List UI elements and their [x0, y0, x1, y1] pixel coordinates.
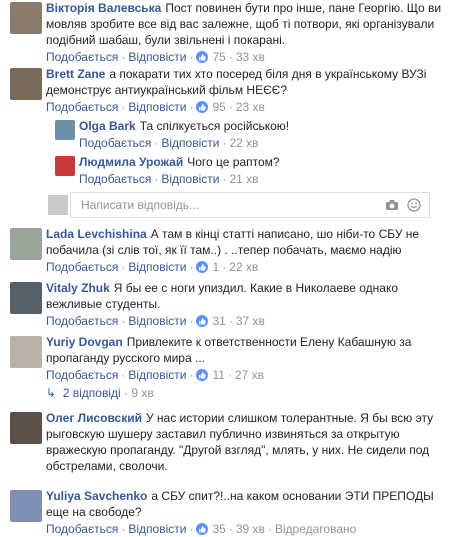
like-icon [196, 261, 209, 273]
like-count[interactable]: 11 [212, 368, 224, 382]
reply-item: Olga Bark Та спілкується російською! Подо… [55, 118, 449, 152]
comment-item: Yuliya Savchenko а СБУ спит?!..на каком о… [10, 488, 449, 536]
like-button[interactable]: Подобається [46, 314, 118, 328]
like-button[interactable]: Подобається [46, 50, 118, 64]
avatar[interactable] [10, 412, 42, 444]
view-replies-link[interactable]: ↳ 2 відповіді · 9 хв [46, 386, 154, 400]
avatar[interactable] [10, 336, 42, 368]
avatar[interactable] [10, 490, 42, 522]
comment-author[interactable]: Вікторія Валевська [46, 1, 161, 15]
like-button[interactable]: Подобається [79, 172, 151, 186]
comment-item: Lada Levchishina А там в кінці статті нап… [10, 226, 449, 276]
reply-actions: Подобається · Відповісти · 21 хв [79, 172, 259, 186]
like-button[interactable]: Подобається [79, 136, 151, 150]
like-icon [196, 369, 209, 381]
timestamp[interactable]: 21 хв [229, 172, 258, 186]
comment-item: Brett Zane а покарати тих хто посеред біл… [10, 66, 449, 116]
like-button[interactable]: Подобається [46, 260, 118, 274]
reply-button[interactable]: Відповісти [128, 260, 186, 274]
comment-author[interactable]: Lada Levchishina [46, 227, 147, 241]
comment-author[interactable]: Yuriy Dovgan [46, 335, 123, 349]
timestamp[interactable]: 22 хв [229, 260, 258, 274]
comment-author[interactable]: Yuliya Savchenko [46, 489, 147, 503]
comment-author[interactable]: Brett Zane [46, 67, 105, 81]
comment-item: Vitaly Zhuk Я бы ее с ноги упиздил. Какие… [10, 280, 449, 330]
comment-item: Вікторія Валевська Пост повинен бути про … [10, 0, 449, 64]
reply-button[interactable]: Відповісти [128, 100, 186, 114]
like-button[interactable]: Подобається [46, 100, 118, 114]
timestamp[interactable]: 37 хв [236, 314, 265, 328]
like-count[interactable]: 75 [212, 50, 225, 64]
avatar [48, 195, 68, 215]
avatar[interactable] [10, 228, 42, 260]
avatar[interactable] [10, 68, 42, 100]
reply-author[interactable]: Людмила Урожай [79, 155, 183, 169]
reply-button[interactable]: Відповісти [128, 50, 186, 64]
comments-section: Вікторія Валевська Пост повинен бути про … [0, 0, 455, 536]
timestamp[interactable]: 22 хв [229, 136, 258, 150]
replies-count[interactable]: 2 відповіді [63, 386, 121, 400]
reply-text: Та спілкується російською! [139, 119, 290, 133]
timestamp[interactable]: 27 хв [235, 368, 264, 382]
reply-arrow-icon: ↳ [46, 386, 57, 400]
reply-author[interactable]: Olga Bark [79, 119, 136, 133]
reply-button[interactable]: Відповісти [161, 172, 219, 186]
comment-actions: Подобається · Відповісти · 11 · 27 хв [46, 368, 264, 382]
camera-icon[interactable] [385, 199, 399, 211]
comment-actions: Подобається · Відповісти · 31 · 37 хв [46, 314, 265, 328]
comment-author[interactable]: Vitaly Zhuk [46, 281, 110, 295]
timestamp[interactable]: 33 хв [236, 50, 265, 64]
like-count[interactable]: 95 [212, 100, 225, 114]
avatar[interactable] [55, 156, 75, 176]
comment-actions: Подобається · Відповісти · 75 · 33 хв [46, 50, 265, 64]
like-button[interactable]: Подобається [46, 368, 118, 382]
timestamp[interactable]: 23 хв [236, 100, 265, 114]
reply-input[interactable]: Написати відповідь... [81, 198, 199, 212]
reply-button[interactable]: Відповісти [161, 136, 219, 150]
reply-actions: Подобається · Відповісти · 22 хв [79, 136, 259, 150]
comment-actions: Подобається · Відповісти · 35 · 39 хв · Відредаг… [46, 522, 357, 536]
like-icon [196, 315, 209, 327]
avatar[interactable] [55, 120, 75, 140]
comment-actions: Подобається · Відповісти · 1 · 22 хв [46, 260, 259, 274]
comment-item: Олег Лисовский У нас истории слишком толе… [10, 410, 449, 482]
reply-text: Чого це раптом? [187, 155, 280, 169]
timestamp: 9 хв [131, 386, 154, 400]
reply-button[interactable]: Відповісти [128, 314, 186, 328]
like-icon [196, 523, 209, 535]
comment-author[interactable]: Олег Лисовский [46, 411, 142, 425]
emoji-icon[interactable] [407, 198, 421, 212]
comment-actions: Подобається · Відповісти · 95 · 23 хв [46, 100, 265, 114]
like-count[interactable]: 31 [212, 314, 225, 328]
reply-input-box[interactable]: Написати відповідь... [48, 192, 430, 218]
avatar[interactable] [10, 2, 42, 34]
like-count[interactable]: 1 [212, 260, 219, 274]
reply-button[interactable]: Відповісти [128, 368, 186, 382]
avatar[interactable] [10, 282, 42, 314]
like-icon [196, 101, 209, 113]
comment-item: Yuriy Dovgan Привлеките к ответственности… [10, 334, 449, 384]
reply-item: Людмила Урожай Чого це раптом? Подобаєтьс… [55, 154, 449, 188]
like-icon [196, 51, 209, 63]
